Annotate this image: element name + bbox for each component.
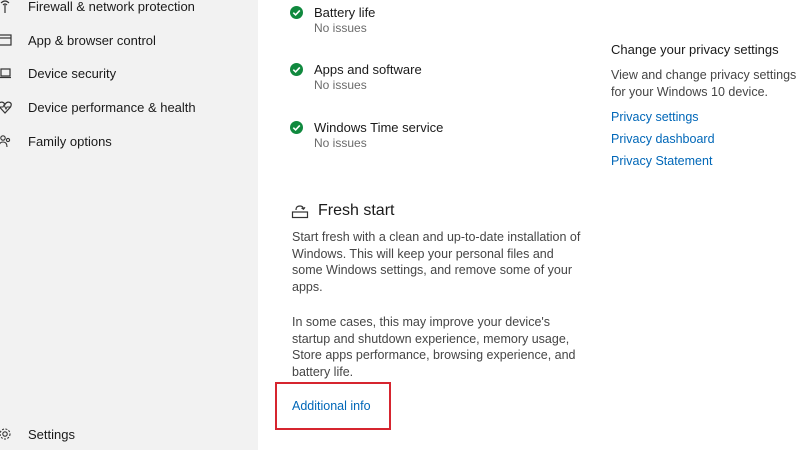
check-circle-icon bbox=[290, 63, 303, 76]
sidebar-item-device-performance[interactable]: Device performance & health bbox=[0, 92, 258, 122]
privacy-statement-link[interactable]: Privacy Statement bbox=[611, 154, 712, 168]
fresh-start-description: Start fresh with a clean and up-to-date … bbox=[292, 230, 581, 294]
check-title: Windows Time service bbox=[314, 120, 444, 135]
sidebar: Firewall & network protection App & brow… bbox=[0, 0, 258, 450]
fresh-start-title: Fresh start bbox=[318, 202, 395, 219]
fresh-start-icon bbox=[291, 203, 309, 219]
check-status: No issues bbox=[314, 78, 367, 92]
privacy-heading: Change your privacy settings bbox=[611, 42, 779, 57]
app-window-icon bbox=[0, 32, 13, 48]
sidebar-item-device-security[interactable]: Device security bbox=[0, 58, 258, 88]
laptop-icon bbox=[0, 65, 13, 81]
sidebar-item-label: Device security bbox=[28, 65, 117, 81]
privacy-dashboard-link[interactable]: Privacy dashboard bbox=[611, 132, 715, 146]
sidebar-item-label: Settings bbox=[28, 426, 75, 442]
check-status: No issues bbox=[314, 21, 367, 35]
check-status: No issues bbox=[314, 136, 367, 150]
check-title: Apps and software bbox=[314, 62, 422, 77]
privacy-description: View and change privacy settings for you… bbox=[611, 68, 797, 99]
heart-pulse-icon bbox=[0, 99, 13, 115]
check-circle-icon bbox=[290, 6, 303, 19]
privacy-settings-link[interactable]: Privacy settings bbox=[611, 110, 699, 124]
wifi-antenna-icon bbox=[0, 0, 13, 14]
gear-icon bbox=[0, 426, 13, 442]
sidebar-item-family-options[interactable]: Family options bbox=[0, 126, 258, 156]
sidebar-item-label: Firewall & network protection bbox=[28, 0, 195, 14]
additional-info-link[interactable]: Additional info bbox=[292, 399, 371, 413]
sidebar-item-firewall[interactable]: Firewall & network protection bbox=[0, 0, 258, 21]
sidebar-item-app-browser[interactable]: App & browser control bbox=[0, 25, 258, 55]
fresh-start-benefits: In some cases, this may improve your dev… bbox=[292, 315, 576, 379]
check-title: Battery life bbox=[314, 5, 376, 20]
sidebar-item-settings[interactable]: Settings bbox=[0, 419, 258, 449]
family-icon bbox=[0, 133, 13, 149]
sidebar-item-label: Family options bbox=[28, 133, 112, 149]
sidebar-item-label: Device performance & health bbox=[28, 99, 196, 115]
sidebar-item-label: App & browser control bbox=[28, 32, 156, 48]
check-circle-icon bbox=[290, 121, 303, 134]
